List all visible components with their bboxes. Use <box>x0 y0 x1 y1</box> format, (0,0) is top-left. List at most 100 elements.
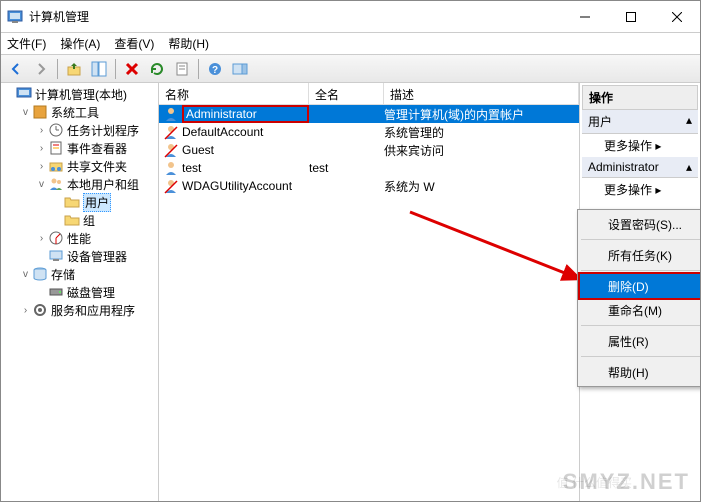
actions-header: 操作 <box>582 85 698 110</box>
column-headers: 名称 全名 描述 <box>159 83 579 105</box>
navigation-tree[interactable]: 计算机管理(本地) v 系统工具 › 任务计划程序 › 事件查看器 › 共享文件… <box>1 83 159 501</box>
tree-groups[interactable]: 组 <box>3 211 156 229</box>
shared-icon <box>48 158 64 174</box>
annotation-arrow <box>405 207 595 297</box>
expand-icon[interactable]: › <box>35 161 48 172</box>
user-row[interactable]: test test <box>159 159 579 177</box>
close-button[interactable] <box>654 1 700 32</box>
col-fullname[interactable]: 全名 <box>309 83 384 104</box>
back-button[interactable] <box>5 58 27 80</box>
titlebar: 计算机管理 <box>1 1 700 33</box>
user-row[interactable]: Administrator 管理计算机(域)的内置帐户 <box>159 105 579 123</box>
tree-users[interactable]: 用户 <box>3 193 156 211</box>
tree-device-manager[interactable]: 设备管理器 <box>3 247 156 265</box>
device-icon <box>48 248 64 264</box>
forward-button[interactable] <box>30 58 52 80</box>
clock-icon <box>48 122 64 138</box>
expand-icon[interactable]: › <box>35 125 48 136</box>
actions-section-users[interactable]: 用户▴ <box>582 110 698 134</box>
app-icon <box>7 9 23 25</box>
tree-system-tools[interactable]: v 系统工具 <box>3 103 156 121</box>
event-icon <box>48 140 64 156</box>
maximize-icon <box>626 12 636 22</box>
user-row[interactable]: WDAGUtilityAccount 系统为 W <box>159 177 579 195</box>
toolbar-separator <box>57 59 58 79</box>
refresh-button[interactable] <box>146 58 168 80</box>
export-icon <box>174 61 190 77</box>
services-icon <box>32 302 48 318</box>
toolbar: ? <box>1 55 700 83</box>
expand-icon[interactable]: › <box>35 143 48 154</box>
menubar: 文件(F) 操作(A) 查看(V) 帮助(H) <box>1 33 700 55</box>
menu-view[interactable]: 查看(V) <box>114 35 154 52</box>
app-window: 计算机管理 文件(F) 操作(A) 查看(V) 帮助(H) ? <box>0 0 701 502</box>
help-icon: ? <box>207 61 223 77</box>
collapse-icon[interactable]: v <box>35 179 48 190</box>
ctx-rename[interactable]: 重命名(M) <box>580 298 701 322</box>
tree-event-viewer[interactable]: › 事件查看器 <box>3 139 156 157</box>
tree-disk-management[interactable]: 磁盘管理 <box>3 283 156 301</box>
refresh-icon <box>149 61 165 77</box>
menu-file[interactable]: 文件(F) <box>7 35 46 52</box>
user-row[interactable]: Guest 供来宾访问 <box>159 141 579 159</box>
ctx-properties[interactable]: 属性(R) <box>580 329 701 353</box>
actions-section-admin[interactable]: Administrator▴ <box>582 157 698 178</box>
menu-separator <box>581 270 701 271</box>
storage-icon <box>32 266 48 282</box>
tree-local-users-groups[interactable]: v 本地用户和组 <box>3 175 156 193</box>
folder-icon <box>64 194 80 210</box>
tree-services-apps[interactable]: › 服务和应用程序 <box>3 301 156 319</box>
tools-icon <box>32 104 48 120</box>
ctx-help[interactable]: 帮助(H) <box>580 360 701 384</box>
user-icon <box>163 160 179 176</box>
user-icon <box>163 124 179 140</box>
tree-icon <box>91 61 107 77</box>
toolbar-separator <box>115 59 116 79</box>
tree-performance[interactable]: › 性能 <box>3 229 156 247</box>
performance-icon <box>48 230 64 246</box>
toolbar-separator <box>198 59 199 79</box>
menu-separator <box>581 325 701 326</box>
expand-icon[interactable]: › <box>19 305 32 316</box>
menu-separator <box>581 356 701 357</box>
collapse-icon: ▴ <box>686 113 692 130</box>
expand-icon[interactable]: › <box>35 233 48 244</box>
ctx-all-tasks[interactable]: 所有任务(K)▶ <box>580 243 701 267</box>
col-name[interactable]: 名称 <box>159 83 309 104</box>
delete-button[interactable] <box>121 58 143 80</box>
minimize-button[interactable] <box>562 1 608 32</box>
user-icon <box>163 178 179 194</box>
actions-more-1[interactable]: 更多操作 ▸ <box>582 134 698 157</box>
user-icon <box>163 142 179 158</box>
actions-more-2[interactable]: 更多操作 ▸ <box>582 178 698 201</box>
user-icon <box>163 106 179 122</box>
content-area: 计算机管理(本地) v 系统工具 › 任务计划程序 › 事件查看器 › 共享文件… <box>1 83 700 501</box>
svg-text:?: ? <box>212 65 218 76</box>
tree-task-scheduler[interactable]: › 任务计划程序 <box>3 121 156 139</box>
tree-storage[interactable]: v 存储 <box>3 265 156 283</box>
maximize-button[interactable] <box>608 1 654 32</box>
folder-icon <box>64 212 80 228</box>
context-menu: 设置密码(S)... 所有任务(K)▶ 删除(D) 重命名(M) 属性(R) 帮… <box>577 209 701 387</box>
computer-icon <box>16 86 32 102</box>
actionpane-toggle-button[interactable] <box>229 58 251 80</box>
menu-action[interactable]: 操作(A) <box>60 35 100 52</box>
help-button[interactable]: ? <box>204 58 226 80</box>
back-icon <box>8 61 24 77</box>
ctx-set-password[interactable]: 设置密码(S)... <box>580 212 701 236</box>
menu-help[interactable]: 帮助(H) <box>168 35 209 52</box>
tree-root[interactable]: 计算机管理(本地) <box>3 85 156 103</box>
close-icon <box>672 12 682 22</box>
export-button[interactable] <box>171 58 193 80</box>
up-button[interactable] <box>63 58 85 80</box>
collapse-icon[interactable]: v <box>19 269 32 280</box>
folder-up-icon <box>66 61 82 77</box>
show-hide-tree-button[interactable] <box>88 58 110 80</box>
user-row[interactable]: DefaultAccount 系统管理的 <box>159 123 579 141</box>
col-description[interactable]: 描述 <box>384 83 579 104</box>
forward-icon <box>33 61 49 77</box>
tree-shared-folders[interactable]: › 共享文件夹 <box>3 157 156 175</box>
collapse-icon[interactable]: v <box>19 107 32 118</box>
ctx-delete[interactable]: 删除(D) <box>580 274 701 298</box>
chevron-right-icon: ▸ <box>655 183 661 197</box>
